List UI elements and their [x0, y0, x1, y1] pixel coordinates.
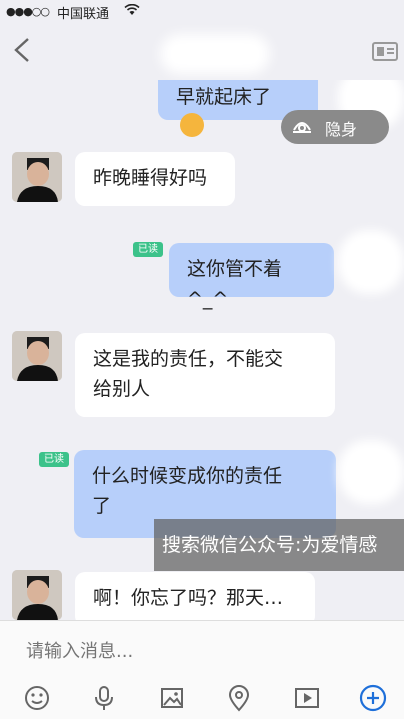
message-incoming[interactable]: 啊！你忘了吗？那天… — [75, 572, 315, 620]
contact-avatar[interactable] — [12, 331, 62, 381]
message-text-line: 给别人 — [93, 378, 151, 400]
profile-card-icon[interactable] — [372, 42, 398, 61]
message-text: 啊！你忘了吗？那天… — [93, 587, 284, 609]
contact-avatar[interactable] — [12, 152, 62, 202]
signal-strength: ●●●○○ — [6, 5, 50, 18]
message-incoming[interactable]: 昨晚睡得好吗 — [75, 152, 235, 206]
message-text-line: 什么时候变成你的责任 — [92, 465, 283, 487]
read-status-badge: 已读 — [39, 452, 69, 467]
nav-bar — [0, 22, 404, 80]
location-icon[interactable] — [224, 683, 254, 713]
emoji-face-icon — [180, 113, 204, 137]
message-outgoing[interactable]: 这你管不着^_^ — [169, 243, 334, 310]
image-icon[interactable] — [157, 683, 187, 713]
chat-title-redacted — [160, 34, 270, 74]
carrier-name: 中国联通 — [57, 7, 110, 22]
message-text: 这你管不着^_^ — [187, 258, 283, 310]
hidden-mode-label: 隐身 — [325, 120, 358, 139]
self-avatar-redacted — [338, 440, 404, 504]
back-arrow-icon[interactable] — [12, 37, 32, 63]
add-icon[interactable] — [358, 683, 388, 713]
message-input[interactable] — [26, 637, 366, 665]
emoji-icon[interactable] — [22, 683, 52, 713]
invisible-mode-button[interactable]: 隐身 — [281, 110, 389, 144]
status-bar: ●●●○○ 中国联通 — [0, 0, 404, 22]
message-incoming[interactable]: 这是我的责任，不能交 给别人 — [75, 333, 335, 417]
message-text-line: 了 — [92, 495, 112, 517]
wifi-icon — [124, 4, 140, 15]
self-avatar-redacted — [338, 230, 404, 294]
contact-avatar[interactable] — [12, 570, 62, 620]
message-text: 早就起床了 — [176, 86, 272, 108]
message-text: 昨晚睡得好吗 — [93, 167, 208, 189]
video-icon[interactable] — [292, 683, 322, 713]
input-bar — [0, 620, 404, 719]
mic-icon[interactable] — [89, 683, 119, 713]
read-status-badge: 已读 — [133, 242, 163, 257]
message-text-line: 这是我的责任，不能交 — [93, 348, 284, 370]
hidden-mode-icon — [293, 122, 311, 133]
watermark-banner: 搜索微信公众号:为爱情感 — [154, 519, 404, 571]
